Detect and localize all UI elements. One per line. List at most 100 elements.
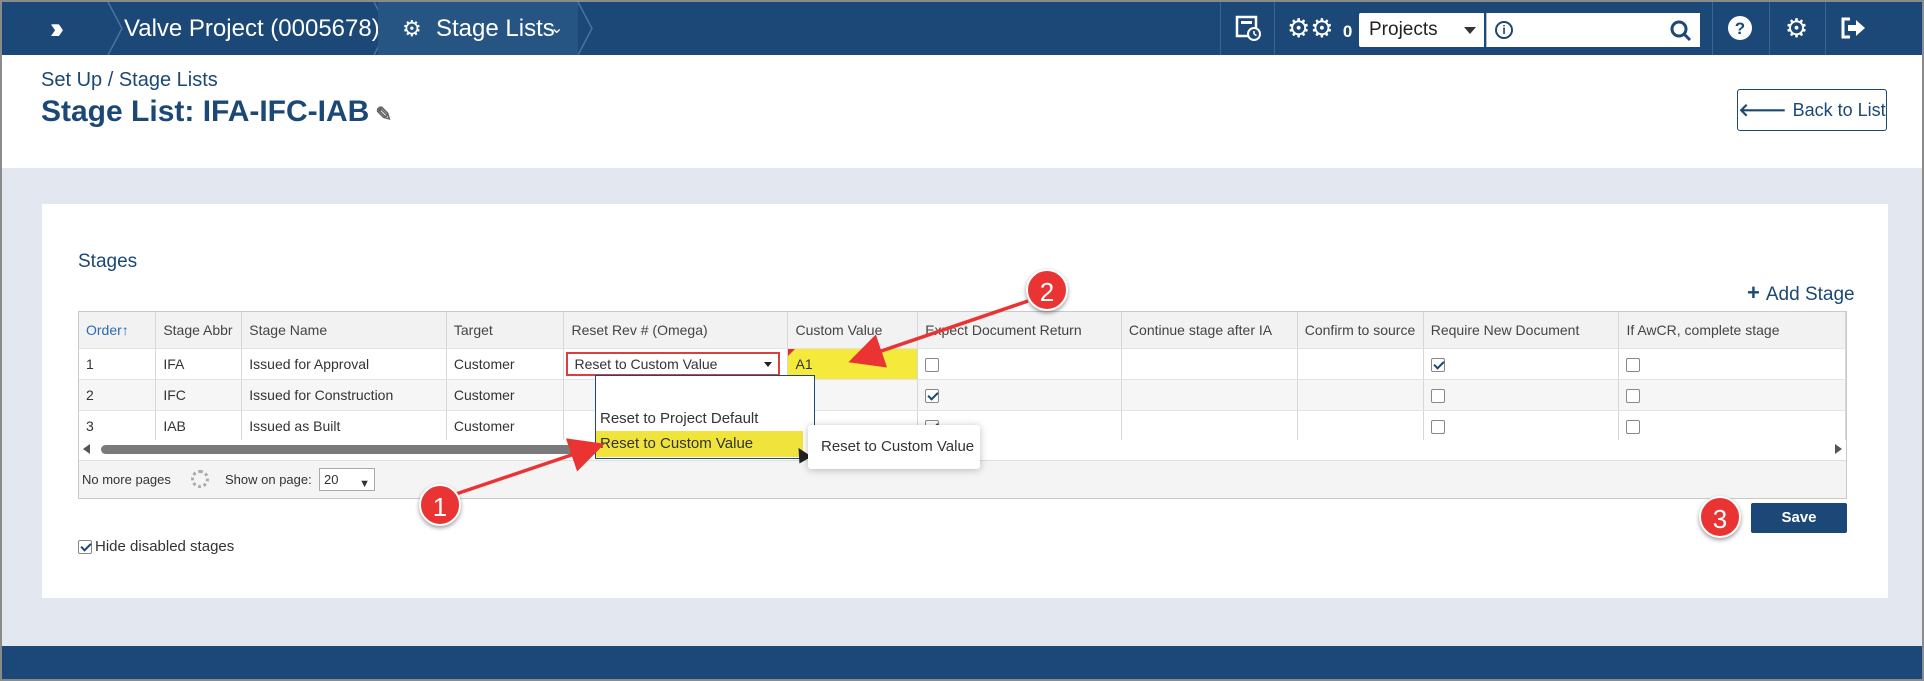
page-title-text: Stage List: IFA-IFC-IAB: [41, 95, 370, 128]
column-header-confirm-source[interactable]: Confirm to source: [1297, 312, 1424, 349]
cell-order: 2: [79, 379, 157, 411]
refresh-spinner-icon[interactable]: [191, 470, 209, 488]
stage-lists-menu[interactable]: ⚙ Stage Lists ⌄: [378, 2, 578, 55]
require-new-doc-checkbox[interactable]: [1430, 419, 1445, 434]
stages-panel: Stages + Add Stage Order↑ Stage Abbr Stag…: [42, 204, 1888, 598]
cell-order: 3: [79, 410, 157, 442]
callout-badge-1: 1: [419, 484, 461, 526]
cell-awcr: [1618, 348, 1846, 380]
breadcrumb-separator-icon: [107, 2, 123, 55]
cell-require-new-doc: [1423, 348, 1620, 380]
chevron-down-icon: ⌄: [550, 20, 564, 37]
add-stage-button[interactable]: + Add Stage: [1747, 280, 1855, 306]
plus-icon: +: [1747, 280, 1760, 305]
option-tooltip: Reset to Custom Value: [808, 425, 980, 469]
column-header-name[interactable]: Stage Name: [241, 312, 447, 349]
expect-return-checkbox[interactable]: [925, 388, 940, 403]
gears-icon: ⚙⚙: [1287, 13, 1334, 43]
cell-continue-stage: [1121, 348, 1298, 380]
awcr-checkbox[interactable]: [1626, 357, 1641, 372]
callout-badge-3: 3: [1699, 496, 1741, 538]
table-row[interactable]: 2 IFC Issued for Construction Customer: [79, 379, 1846, 411]
page-title: Stage List: IFA-IFC-IAB ✎: [41, 95, 392, 129]
column-header-order[interactable]: Order↑: [79, 312, 157, 349]
callout-badge-2: 2: [1026, 269, 1068, 311]
cell-abbr: IAB: [155, 410, 243, 442]
column-header-continue-stage[interactable]: Continue stage after IA: [1121, 312, 1298, 349]
page-size-select[interactable]: 20 ▼: [319, 468, 375, 491]
cell-awcr: [1618, 410, 1846, 442]
page-size-value: 20: [324, 472, 339, 487]
column-header-abbr[interactable]: Stage Abbr: [155, 312, 243, 349]
awcr-checkbox[interactable]: [1626, 419, 1641, 434]
caret-down-icon: [764, 361, 773, 367]
page-header: Set Up / Stage Lists Stage List: IFA-IFC…: [2, 55, 1922, 168]
app-window: ››› Valve Project (0005678) ⚙ Stage List…: [0, 0, 1924, 681]
add-stage-label: Add Stage: [1765, 284, 1855, 305]
top-navbar: ››› Valve Project (0005678) ⚙ Stage List…: [2, 2, 1922, 55]
logout-icon[interactable]: [1825, 2, 1879, 55]
column-header-custom-value[interactable]: Custom Value: [787, 312, 919, 349]
cell-confirm-source: [1297, 348, 1424, 380]
column-header-awcr[interactable]: If AwCR, complete stage: [1618, 312, 1846, 349]
search-box: i: [1486, 13, 1700, 47]
column-header-reset-rev[interactable]: Reset Rev # (Omega): [563, 312, 789, 349]
breadcrumb[interactable]: Set Up / Stage Lists: [41, 69, 218, 92]
table-row[interactable]: 1 IFA Issued for Approval Customer Reset…: [79, 348, 1846, 380]
save-button[interactable]: Save: [1751, 503, 1847, 533]
search-input[interactable]: [1519, 17, 1659, 43]
require-new-doc-checkbox[interactable]: [1430, 357, 1445, 372]
scope-select[interactable]: Projects: [1359, 13, 1484, 47]
column-header-require-new-doc[interactable]: Require New Document: [1423, 312, 1620, 349]
back-to-list-button[interactable]: 🡐 Back to List: [1737, 89, 1887, 131]
awcr-checkbox[interactable]: [1626, 388, 1641, 403]
cell-abbr: IFC: [155, 379, 243, 411]
breadcrumb-separator-icon: [577, 2, 593, 55]
cell-name: Issued as Built: [241, 410, 447, 442]
table-header-row: Order↑ Stage Abbr Stage Name Target Rese…: [79, 312, 1846, 349]
cell-confirm-source: [1297, 410, 1424, 442]
background-jobs-button[interactable]: ⚙⚙ 0: [1274, 2, 1356, 55]
home-logo-icon[interactable]: ›››: [50, 11, 90, 47]
cell-require-new-doc: [1423, 410, 1620, 442]
scope-select-value: Projects: [1369, 19, 1438, 40]
cell-awcr: [1618, 379, 1846, 411]
column-header-expect-return[interactable]: Expect Document Return: [917, 312, 1122, 349]
stages-grid: Order↑ Stage Abbr Stage Name Target Rese…: [78, 311, 1847, 499]
cell-order: 1: [79, 348, 157, 380]
scroll-left-icon[interactable]: [83, 444, 90, 454]
cell-name: Issued for Construction: [241, 379, 447, 411]
sort-ascending-icon: ↑: [121, 321, 129, 338]
option-reset-custom-value[interactable]: Reset to Custom Value: [596, 431, 803, 457]
reset-rev-dropdown[interactable]: Reset to Custom Value: [566, 351, 781, 376]
hide-disabled-row[interactable]: Hide disabled stages: [78, 538, 234, 555]
help-icon[interactable]: ?: [1712, 2, 1766, 55]
hide-disabled-label: Hide disabled stages: [95, 538, 235, 555]
stage-lists-crumb: Stage Lists: [436, 15, 555, 42]
option-reset-project-default[interactable]: Reset to Project Default: [596, 406, 803, 432]
section-title: Stages: [78, 251, 138, 272]
project-breadcrumb[interactable]: Valve Project (0005678): [124, 2, 380, 55]
search-icon[interactable]: [1670, 17, 1692, 48]
require-new-doc-checkbox[interactable]: [1430, 388, 1445, 403]
hide-disabled-checkbox[interactable]: [78, 540, 92, 555]
edit-pencil-icon[interactable]: ✎: [375, 104, 392, 126]
expect-return-checkbox[interactable]: [925, 357, 940, 372]
cell-continue-stage: [1121, 379, 1298, 411]
settings-gear-icon[interactable]: ⚙: [1769, 2, 1823, 55]
stages-table: Order↑ Stage Abbr Stage Name Target Rese…: [79, 312, 1846, 442]
schedule-dashboard-icon[interactable]: [1220, 2, 1274, 55]
reset-rev-dropdown-list: Reset to Project Default Reset to Custom…: [595, 375, 815, 459]
scroll-right-icon[interactable]: [1835, 444, 1842, 454]
cell-abbr: IFA: [155, 348, 243, 380]
cell-expect-return: [917, 348, 1122, 380]
cell-expect-return: [917, 379, 1122, 411]
cell-target: Customer: [446, 410, 565, 442]
back-to-list-label: Back to List: [1792, 100, 1886, 120]
info-icon[interactable]: i: [1495, 21, 1513, 39]
jobs-count: 0: [1342, 22, 1353, 41]
svg-text:?: ?: [1734, 19, 1744, 38]
footer-bar: [2, 646, 1922, 679]
cell-target: Customer: [446, 348, 565, 380]
column-header-target[interactable]: Target: [446, 312, 565, 349]
